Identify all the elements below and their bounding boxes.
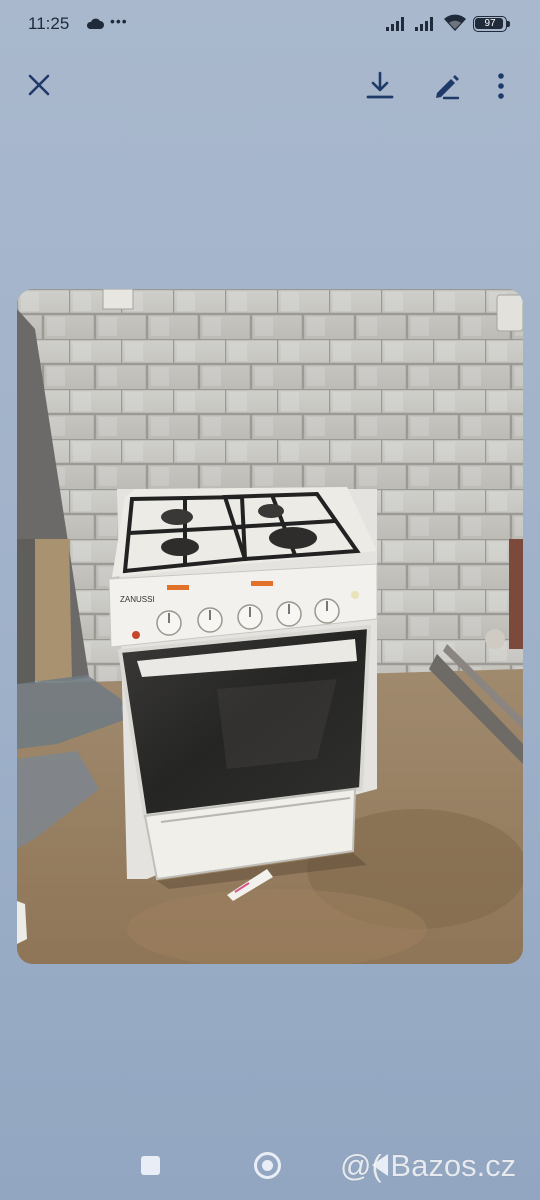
- download-button[interactable]: [362, 68, 398, 104]
- stove-photo-image: ZANUSSI: [17, 289, 523, 964]
- status-bar: 11:25 ••• 97: [0, 0, 540, 50]
- listing-photo[interactable]: ZANUSSI: [17, 289, 523, 964]
- home-button[interactable]: [254, 1152, 281, 1179]
- battery-indicator: 97: [473, 16, 507, 32]
- download-icon: [366, 71, 394, 99]
- more-options-button[interactable]: [488, 68, 514, 104]
- bazos-watermark: @( Bazos.cz: [340, 1148, 517, 1183]
- signal-strength-icon: [385, 16, 407, 37]
- recent-apps-button[interactable]: [141, 1156, 160, 1175]
- status-time: 11:25: [28, 14, 70, 33]
- battery-percent: 97: [484, 18, 496, 29]
- stove-brand-label: ZANUSSI: [120, 595, 155, 604]
- status-more-indicator: •••: [110, 13, 128, 29]
- wifi-icon: [443, 14, 467, 37]
- more-vertical-icon: [498, 73, 504, 99]
- pencil-icon: [436, 75, 460, 100]
- cloud-icon: [86, 17, 104, 35]
- close-button[interactable]: [22, 68, 56, 102]
- signal-strength-icon: [414, 16, 436, 37]
- close-icon: [28, 74, 50, 96]
- home-button-dot: [262, 1160, 273, 1171]
- edit-button[interactable]: [428, 68, 464, 104]
- battery-cap: [507, 21, 510, 27]
